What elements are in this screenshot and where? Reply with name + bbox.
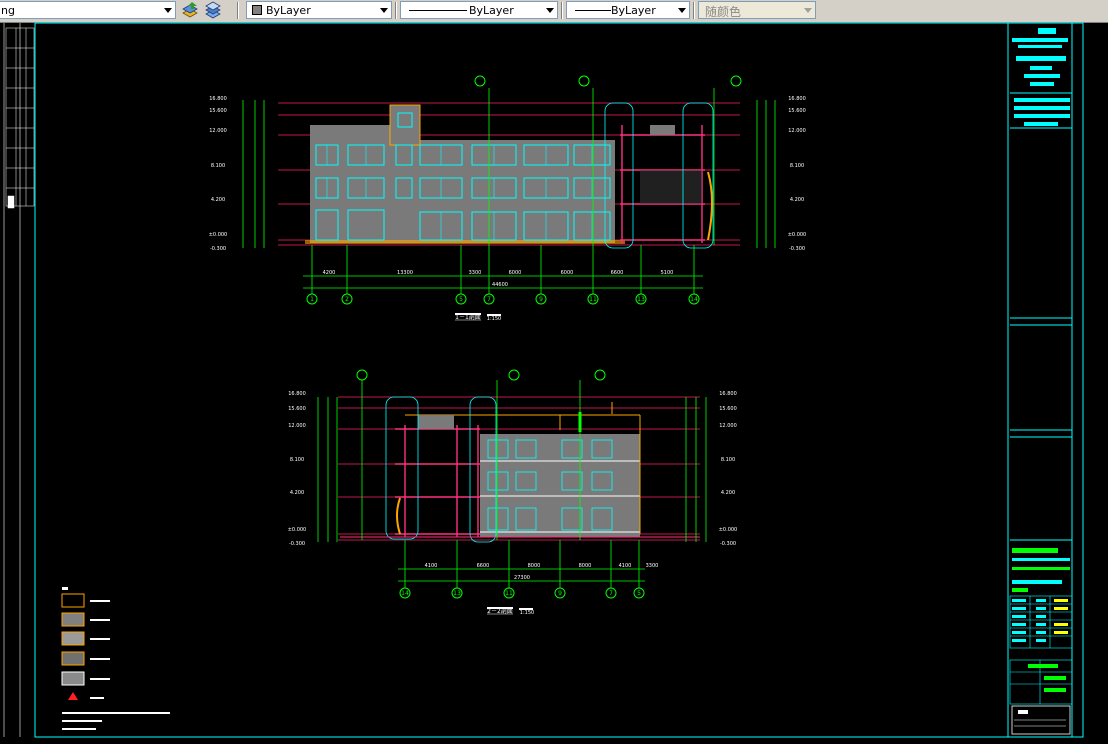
grid-axis-label: 13 — [453, 590, 461, 597]
elevation-text: 16.800 — [719, 391, 737, 397]
total-dimension-text: 27300 — [514, 575, 530, 581]
color-control[interactable]: ByLayer — [246, 1, 392, 19]
linetype-control[interactable]: ByLayer — [400, 1, 558, 19]
dimension-text: 13300 — [397, 270, 413, 276]
properties-toolbar: ng ByLayer ByLayer ByLayer 随颜色 — [0, 0, 1108, 23]
elevation-text: 16.800 — [209, 96, 227, 102]
elevation-text: 4.200 — [721, 490, 735, 496]
grid-axis-label: 13 — [637, 296, 645, 303]
dimension-text: 4100 — [425, 563, 438, 569]
elevation-text: 12.000 — [288, 423, 306, 429]
chevron-down-icon — [804, 8, 812, 13]
grid-axis-label: 14 — [690, 296, 698, 303]
color-swatch — [252, 5, 262, 15]
section-title-text: 2－2剖面 — [487, 607, 513, 615]
section-scale-text: 1:150 — [520, 610, 534, 616]
chevron-down-icon — [164, 8, 172, 13]
grid-axis-label: 5 — [459, 296, 463, 303]
elevation-text: ±0.000 — [719, 527, 738, 533]
layer-combo-value: ng — [1, 4, 15, 17]
chevron-down-icon — [546, 8, 554, 13]
dimension-text: 4200 — [323, 270, 336, 276]
grid-axis-label: 2 — [345, 296, 349, 303]
color-control-value: ByLayer — [266, 4, 311, 17]
dimension-text: 3300 — [469, 270, 482, 276]
section-1-1[interactable] — [242, 75, 776, 321]
chevron-down-icon — [380, 8, 388, 13]
toolbar-separator — [395, 2, 397, 19]
elevation-text: 12.000 — [788, 128, 806, 134]
elevation-text: 12.000 — [719, 423, 737, 429]
elevation-text: 12.000 — [209, 128, 227, 134]
elevation-text: 15.600 — [288, 406, 306, 412]
grid-axis-label: 11 — [505, 590, 513, 597]
dimension-text: 3300 — [646, 563, 659, 569]
grid-axis-label: 9 — [539, 296, 543, 303]
section-title-text: 1－1剖面 — [455, 313, 481, 321]
grid-axis-label: 7 — [609, 590, 613, 597]
lineweight-control[interactable]: ByLayer — [566, 1, 690, 19]
grid-axis-label: 9 — [558, 590, 562, 597]
elevation-text: 8.100 — [721, 457, 735, 463]
elevation-text: 8.100 — [290, 457, 304, 463]
dimension-text: 6000 — [561, 270, 574, 276]
dimension-text: 6000 — [509, 270, 522, 276]
total-dimension-text: 44600 — [492, 282, 508, 288]
legend — [61, 587, 170, 730]
section-2-2[interactable] — [317, 369, 707, 615]
elevation-text: -0.300 — [789, 246, 805, 252]
lineweight-control-value: ByLayer — [611, 4, 656, 17]
layer-combo[interactable]: ng — [0, 1, 176, 19]
elevation-text: ±0.000 — [788, 232, 807, 238]
toolbar-separator — [237, 2, 239, 19]
dimension-text: 5100 — [661, 270, 674, 276]
plotstyle-control: 随颜色 — [698, 1, 816, 19]
dimension-text: 8000 — [528, 563, 541, 569]
title-block — [1009, 28, 1073, 735]
model-space-canvas[interactable]: 1 2 5 7 9 11 13 14 4200 13300 3300 6000 6000 6600 5100… — [0, 22, 1108, 740]
dimension-text: 6600 — [611, 270, 624, 276]
grid-axis-label: 11 — [589, 296, 597, 303]
elevation-text: 8.100 — [211, 163, 225, 169]
layer-previous-icon[interactable] — [203, 1, 223, 19]
elevation-text: ±0.000 — [209, 232, 228, 238]
grid-axis-label: 7 — [487, 296, 491, 303]
grid-axis-label: 5 — [637, 590, 641, 597]
elevation-text: ±0.000 — [288, 527, 307, 533]
elevation-text: 15.600 — [788, 108, 806, 114]
linetype-control-value: ByLayer — [469, 4, 514, 17]
elevation-text: 4.200 — [290, 490, 304, 496]
grid-axis-label: 1 — [310, 296, 314, 303]
elevation-text: 4.200 — [211, 197, 225, 203]
elevation-text: -0.300 — [720, 541, 736, 547]
elevation-text: 8.100 — [790, 163, 804, 169]
toolbar-separator — [561, 2, 563, 19]
dimension-text: 4100 — [619, 563, 632, 569]
elevation-text: -0.300 — [210, 246, 226, 252]
sheet-frame — [3, 22, 1084, 738]
elevation-text: 15.600 — [209, 108, 227, 114]
elevation-text: -0.300 — [289, 541, 305, 547]
chevron-down-icon — [678, 8, 686, 13]
dimension-text: 6600 — [477, 563, 490, 569]
elevation-text: 4.200 — [790, 197, 804, 203]
lineweight-sample — [575, 10, 611, 11]
grid-axis-label: 14 — [401, 590, 409, 597]
elevation-text: 15.600 — [719, 406, 737, 412]
section-scale-text: 1:150 — [487, 316, 501, 322]
toolbar-separator — [693, 2, 695, 19]
linetype-sample — [409, 10, 467, 11]
elevation-text: 16.800 — [788, 96, 806, 102]
elevation-text: 16.800 — [288, 391, 306, 397]
make-layer-current-icon[interactable] — [180, 1, 200, 19]
dimension-text: 8000 — [579, 563, 592, 569]
plotstyle-control-value: 随颜色 — [705, 5, 742, 19]
